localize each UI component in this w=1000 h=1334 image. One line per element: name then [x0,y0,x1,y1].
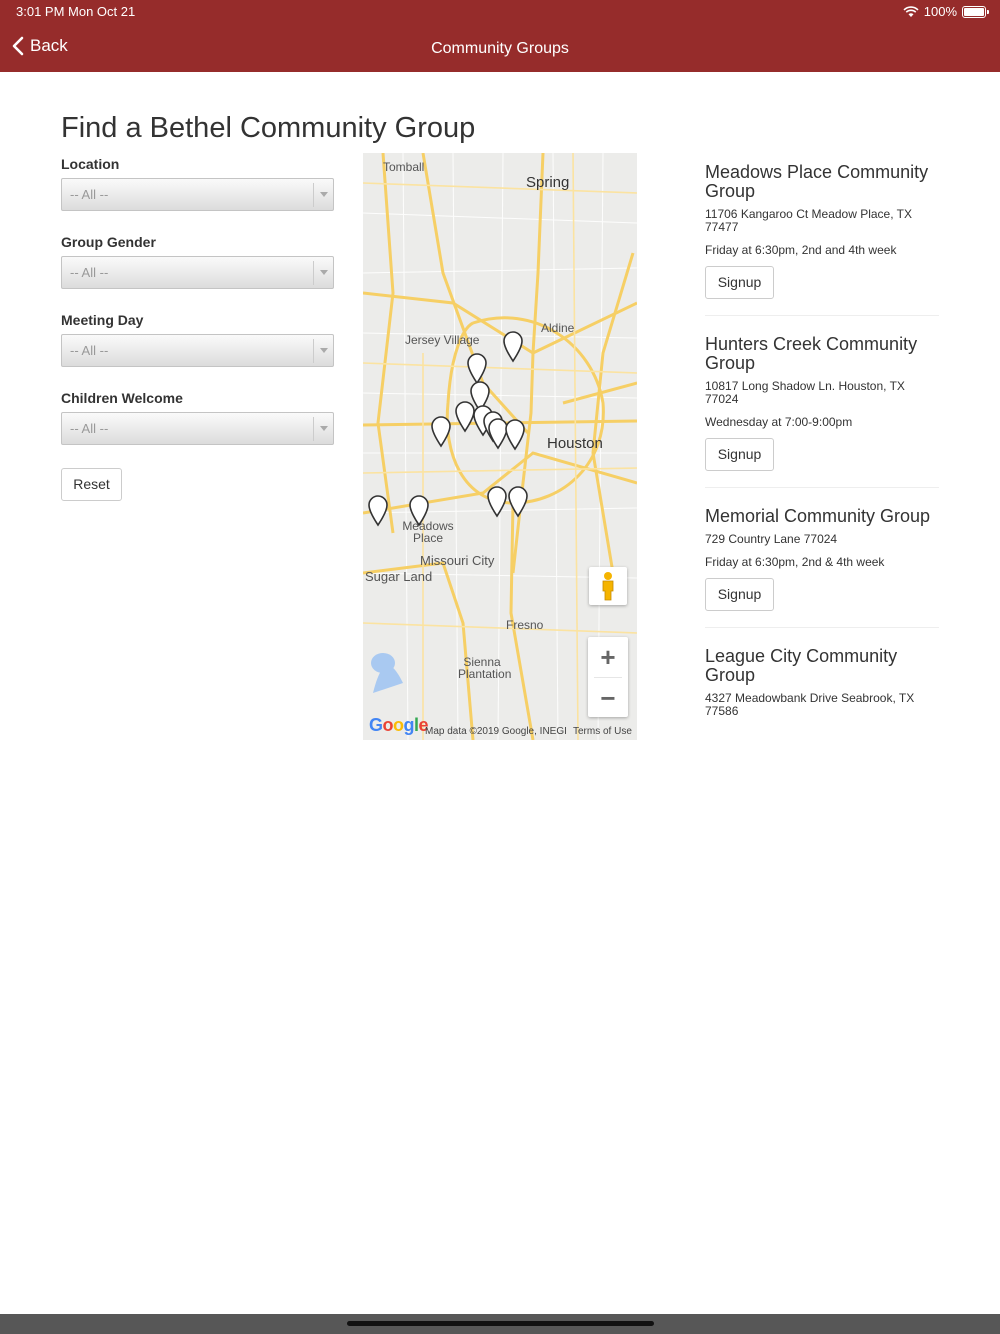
zoom-in-button[interactable]: + [588,637,628,677]
group-gender-select-value: -- All -- [70,265,109,280]
group-name[interactable]: Memorial Community Group [705,507,939,526]
home-bar [0,1314,1000,1334]
group-schedule: Friday at 6:30pm, 2nd and 4th week [705,243,897,257]
location-label: Location [61,156,120,172]
status-indicators: 100% [903,4,989,19]
map-place-label: Tomball [383,160,425,174]
group-gender-select[interactable]: -- All -- [61,256,334,289]
navigation-bar: 3:01 PM Mon Oct 21 100% Back Community G… [0,0,1000,72]
battery-icon [962,5,989,18]
map-terms-link[interactable]: Terms of Use [573,726,632,737]
children-welcome-select-value: -- All -- [70,421,109,436]
status-time: 3:01 PM Mon Oct 21 [16,4,136,19]
group-address: 11706 Kangaroo Ct Meadow Place, TX 77477 [705,207,913,234]
chevron-down-icon [313,261,333,285]
zoom-out-button[interactable]: − [588,678,628,718]
zoom-controls: + − [588,637,628,717]
wifi-icon [903,5,919,17]
group-schedule: Friday at 6:30pm, 2nd & 4th week [705,555,885,569]
map[interactable]: Tomball Spring Aldine Jersey Village Hou… [363,153,637,740]
group-name[interactable]: Hunters Creek Community Group [705,335,939,373]
map-credit: Map data ©2019 Google, INEGI [425,726,567,737]
map-place-label: Missouri City [420,553,495,568]
group-name[interactable]: League City Community Group [705,647,939,685]
map-place-label: Sienna Plantation [458,655,512,681]
group-card: League City Community Group 4327 Meadowb… [705,647,939,743]
group-address: 10817 Long Shadow Ln. Houston, TX 77024 [705,379,905,406]
map-place-label: Houston [547,435,603,452]
map-place-label: Fresno [506,618,544,632]
google-logo: Google [369,715,429,735]
battery-percent: 100% [923,4,957,19]
children-welcome-label: Children Welcome [61,390,183,406]
map-place-label: Spring [526,174,570,191]
meeting-day-select[interactable]: -- All -- [61,334,334,367]
signup-button[interactable]: Signup [705,438,774,471]
group-schedule: Wednesday at 7:00-9:00pm [705,415,853,429]
map-markers [368,331,528,527]
group-card: Meadows Place Community Group 11706 Kang… [705,163,939,316]
group-gender-label: Group Gender [61,234,156,250]
home-indicator[interactable] [347,1321,654,1326]
map-place-label: Sugar Land [365,569,433,584]
street-view-pegman-icon[interactable] [589,567,627,605]
location-select[interactable]: -- All -- [61,178,334,211]
chevron-down-icon [313,339,333,363]
group-address: 4327 Meadowbank Drive Seabrook, TX 77586 [705,691,915,718]
group-card: Hunters Creek Community Group 10817 Long… [705,335,939,488]
group-list: Meadows Place Community Group 11706 Kang… [705,163,939,762]
page-title: Find a Bethel Community Group [61,112,476,144]
group-name[interactable]: Meadows Place Community Group [705,163,939,201]
meeting-day-select-value: -- All -- [70,343,109,358]
children-welcome-select[interactable]: -- All -- [61,412,334,445]
map-place-label: Meadows Place [402,519,454,545]
nav-title: Community Groups [431,40,569,57]
filter-panel: Location -- All -- Group Gender -- All -… [61,156,334,501]
meeting-day-label: Meeting Day [61,312,144,328]
group-card: Memorial Community Group 729 Country Lan… [705,507,939,628]
reset-button[interactable]: Reset [61,468,122,501]
signup-button[interactable]: Signup [705,266,774,299]
map-place-label: Aldine [541,321,575,335]
signup-button[interactable]: Signup [705,578,774,611]
chevron-down-icon [313,417,333,441]
location-select-value: -- All -- [70,187,109,202]
map-place-label: Jersey Village [405,333,480,347]
chevron-down-icon [313,183,333,207]
group-address: 729 Country Lane 77024 [705,532,838,546]
